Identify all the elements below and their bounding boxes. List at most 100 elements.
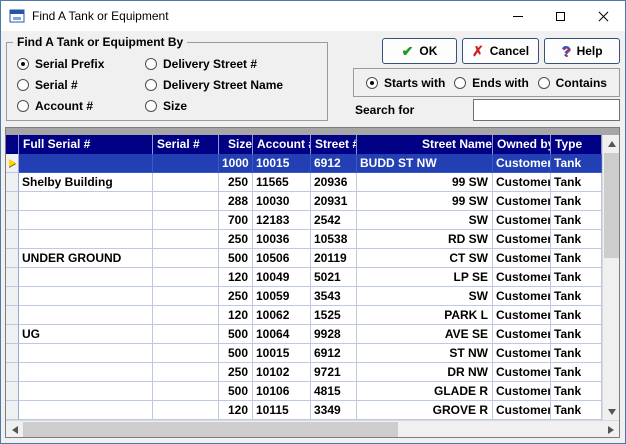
cell-street-name: RD SW [357,230,493,249]
cell-account: 12183 [253,211,311,230]
search-by-radio-account[interactable]: Account # [17,95,145,116]
search-by-radio-delivery-street[interactable]: Delivery Street # [145,53,327,74]
help-button-label: Help [577,44,603,58]
cell-street-name: BUDD ST NW [357,154,493,173]
column-header-street[interactable]: Street # [311,135,357,154]
arrow-right-icon [608,426,614,434]
search-input[interactable] [473,99,620,121]
table-row[interactable]: 2501003610538RD SWCustomerTank [6,230,602,249]
x-icon: ✗ [472,44,484,58]
cell-full-serial: Shelby Building [19,173,153,192]
radio-label: Ends with [472,76,529,90]
cell-type: Tank [551,363,602,382]
row-indicator [6,192,19,211]
check-icon: ✔ [402,44,414,58]
search-by-radio-delivery-street-name[interactable]: Delivery Street Name [145,74,327,95]
match-mode-radio-contains[interactable]: Contains [538,76,607,90]
column-header-serial[interactable]: Serial # [153,135,219,154]
table-row[interactable]: 500100156912ST NWCustomerTank [6,344,602,363]
cell-street: 4815 [311,382,357,401]
cell-serial [153,306,219,325]
vertical-scrollbar[interactable] [602,135,619,420]
cancel-button[interactable]: ✗ Cancel [462,38,539,64]
table-row[interactable]: UNDER GROUND5001050620119CT SWCustomerTa… [6,249,602,268]
cell-size: 500 [219,344,253,363]
row-indicator [6,325,19,344]
cell-size: 1000 [219,154,253,173]
table-row[interactable]: 250100593543SWCustomerTank [6,287,602,306]
table-row[interactable]: 500101064815GLADE RCustomerTank [6,382,602,401]
search-by-radio-serial[interactable]: Serial # [17,74,145,95]
cell-street-name: LP SE [357,268,493,287]
cell-account: 10036 [253,230,311,249]
grid-body: 1000100156912BUDD ST NWCustomerTankShelb… [6,154,602,420]
cell-full-serial [19,306,153,325]
cell-account: 10015 [253,154,311,173]
row-indicator [6,249,19,268]
scroll-down-button[interactable] [603,403,620,420]
cell-owned-by: Customer [493,230,551,249]
minimize-button[interactable] [496,1,539,31]
column-header-owned-by[interactable]: Owned by [493,135,551,154]
column-header-account[interactable]: Account # [253,135,311,154]
titlebar: Find A Tank or Equipment [1,1,625,31]
column-header-full-serial[interactable]: Full Serial # [19,135,153,154]
radio-button-icon [17,58,29,70]
cell-serial [153,211,219,230]
cell-owned-by: Customer [493,363,551,382]
help-button[interactable]: ? Help [544,38,620,64]
table-row[interactable]: 120100495021LP SECustomerTank [6,268,602,287]
table-row[interactable]: 1000100156912BUDD ST NWCustomerTank [6,154,602,173]
vertical-scroll-thumb[interactable] [604,153,619,258]
minimize-icon [513,16,523,17]
cell-street-name: SW [357,287,493,306]
arrow-left-icon [12,426,18,434]
horizontal-scrollbar[interactable] [6,420,619,437]
search-by-radio-serial-prefix[interactable]: Serial Prefix [17,53,145,74]
maximize-button[interactable] [539,1,582,31]
cell-full-serial: UG [19,325,153,344]
search-by-radio-size[interactable]: Size [145,95,327,116]
match-mode-radio-ends-with[interactable]: Ends with [454,76,529,90]
scroll-up-button[interactable] [603,135,620,152]
match-mode-radio-starts-with[interactable]: Starts with [366,76,445,90]
table-row[interactable]: 120101153349GROVE RCustomerTank [6,401,602,420]
radio-label: Account # [35,99,93,113]
table-row[interactable]: Shelby Building250115652093699 SWCustome… [6,173,602,192]
cell-type: Tank [551,287,602,306]
row-indicator [6,287,19,306]
cell-account: 10030 [253,192,311,211]
ok-button[interactable]: ✔ OK [382,38,457,64]
arrow-down-icon [608,409,616,415]
cell-size: 288 [219,192,253,211]
radio-button-icon [538,77,550,89]
row-indicator [6,363,19,382]
app-icon [9,8,25,24]
cell-size: 120 [219,401,253,420]
cell-type: Tank [551,192,602,211]
cell-size: 120 [219,268,253,287]
cell-street-name: CT SW [357,249,493,268]
close-button[interactable] [582,1,625,31]
cell-street: 3349 [311,401,357,420]
table-row[interactable]: 120100621525PARK LCustomerTank [6,306,602,325]
horizontal-scroll-thumb[interactable] [23,422,398,437]
cell-owned-by: Customer [493,306,551,325]
cell-type: Tank [551,154,602,173]
column-header-size[interactable]: Size [219,135,253,154]
column-header-street-name[interactable]: Street Name [357,135,493,154]
table-row[interactable]: 250101029721DR NWCustomerTank [6,363,602,382]
cell-serial [153,154,219,173]
cell-size: 250 [219,363,253,382]
column-header-type[interactable]: Type [551,135,602,154]
scroll-right-button[interactable] [602,421,619,438]
cell-size: 250 [219,230,253,249]
table-row[interactable]: 288100302093199 SWCustomerTank [6,192,602,211]
table-row[interactable]: UG500100649928AVE SECustomerTank [6,325,602,344]
scroll-left-button[interactable] [6,421,23,438]
cell-account: 10115 [253,401,311,420]
radio-button-icon [145,100,157,112]
cell-size: 120 [219,306,253,325]
cell-full-serial [19,344,153,363]
table-row[interactable]: 700121832542SWCustomerTank [6,211,602,230]
